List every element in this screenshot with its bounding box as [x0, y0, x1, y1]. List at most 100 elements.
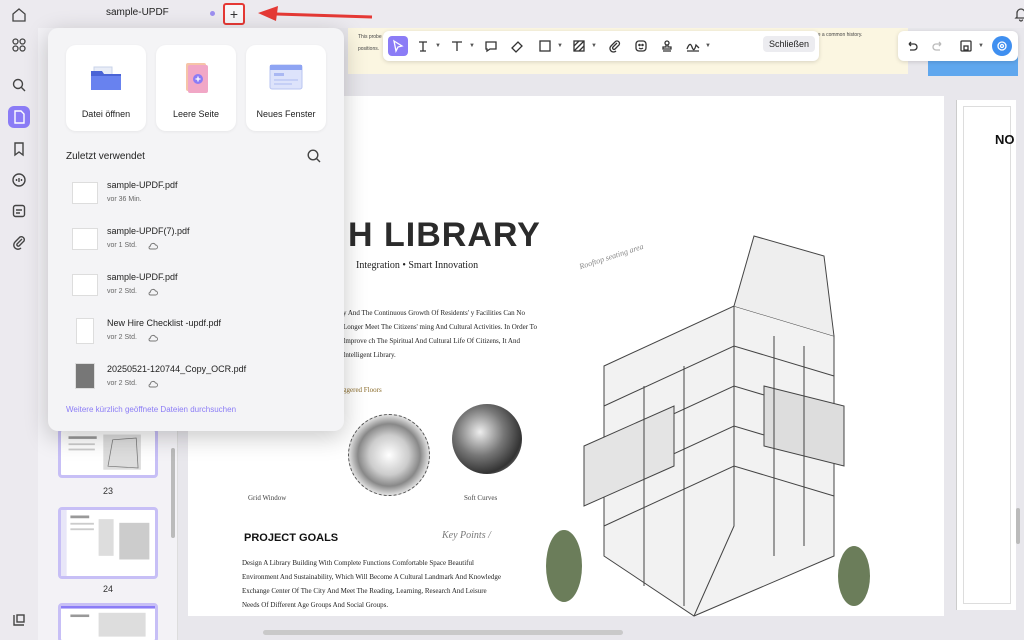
- home-icon[interactable]: [8, 4, 30, 26]
- stamp-tool-icon[interactable]: [657, 36, 677, 56]
- staggered-label: ggered Floors: [343, 386, 382, 394]
- file-time: vor 2 Std.: [107, 288, 137, 295]
- annotation-arrow: [258, 6, 373, 21]
- file-thumbnail: [76, 318, 94, 344]
- shape-tool-icon[interactable]: [535, 36, 555, 56]
- goals-paragraph: Design A Library Building With Complete …: [242, 559, 501, 609]
- new-tab-popup: Datei öffnen Leere Seite Neues Fenster Z…: [48, 28, 344, 431]
- new-window-card[interactable]: Neues Fenster: [246, 45, 326, 131]
- search-icon[interactable]: [306, 148, 322, 164]
- next-page-frame: [963, 106, 1011, 604]
- text-tool-icon[interactable]: [413, 36, 433, 56]
- textbox-tool-icon[interactable]: [447, 36, 467, 56]
- bell-icon[interactable]: [1013, 6, 1024, 22]
- file-time: vor 1 Std.: [107, 242, 137, 249]
- page-thumbnail-24[interactable]: [58, 507, 158, 579]
- file-name: sample-UPDF.pdf: [107, 272, 178, 282]
- chevron-down-icon[interactable]: ▼: [557, 43, 563, 49]
- attachment-tool-icon[interactable]: [605, 36, 625, 56]
- open-file-card[interactable]: Datei öffnen: [66, 45, 146, 131]
- folder-icon: [91, 66, 121, 90]
- cloud-icon: [148, 381, 158, 388]
- layers-icon[interactable]: [8, 609, 30, 631]
- cloud-icon: [148, 289, 158, 296]
- select-tool-icon[interactable]: [388, 36, 408, 56]
- new-tab-button[interactable]: +: [223, 3, 245, 25]
- detail-image-circle: [348, 414, 430, 496]
- ai-assistant-icon[interactable]: [992, 36, 1012, 56]
- history-toolbar: ▼: [898, 31, 1018, 61]
- grid-window-label: Grid Window: [248, 494, 287, 502]
- blank-page-icon: [186, 63, 208, 93]
- file-thumbnail: [72, 228, 98, 250]
- recent-file-item[interactable]: sample-UPDF.pdf vor 36 Min.: [66, 178, 326, 218]
- goals-heading: PROJECT GOALS: [244, 532, 339, 544]
- blank-page-label: Leere Seite: [172, 109, 220, 119]
- tab-bar: sample-UPDF + Y: [38, 0, 1024, 28]
- chevron-down-icon[interactable]: ▼: [591, 43, 597, 49]
- page-subtitle: Integration • Smart Innovation: [356, 260, 479, 271]
- recent-heading: Zuletzt verwendet: [66, 151, 145, 162]
- unsaved-dot: [210, 11, 215, 16]
- recent-file-item[interactable]: sample-UPDF(7).pdf vor 1 Std.: [66, 224, 326, 264]
- thumbnail-preview: [68, 434, 141, 470]
- page-thumbnail-25[interactable]: [58, 603, 158, 640]
- save-icon[interactable]: [956, 36, 976, 56]
- search-icon[interactable]: [8, 74, 30, 96]
- attachment-icon[interactable]: [8, 231, 30, 253]
- page-title: H LIBRARY: [348, 216, 541, 254]
- recent-file-item[interactable]: 20250521-120744_Copy_OCR.pdf vor 2 Std.: [66, 362, 326, 402]
- area-highlight-icon[interactable]: [569, 36, 589, 56]
- more-recent-files-link[interactable]: Weitere kürzlich geöffnete Dateien durch…: [66, 405, 236, 414]
- sticker-tool-icon[interactable]: [631, 36, 651, 56]
- next-page: [956, 100, 1016, 610]
- cloud-icon: [148, 243, 158, 250]
- redo-icon[interactable]: [928, 36, 948, 56]
- snippet-text: This probe: [358, 34, 382, 40]
- chevron-down-icon[interactable]: ▼: [435, 43, 441, 49]
- close-toolbar-button[interactable]: Schließen: [763, 36, 816, 52]
- open-file-label: Datei öffnen: [81, 109, 131, 119]
- intro-paragraph: y And The Continuous Growth Of Residents…: [343, 309, 537, 359]
- grid-icon[interactable]: [8, 34, 30, 56]
- eraser-tool-icon[interactable]: [507, 36, 527, 56]
- file-time: vor 2 Std.: [107, 380, 137, 387]
- new-window-icon: [269, 64, 303, 90]
- page-number-24: 24: [102, 584, 113, 594]
- file-time: vor 36 Min.: [107, 196, 142, 203]
- page-thumbnail-23[interactable]: [58, 428, 158, 478]
- horizontal-scrollbar[interactable]: [263, 630, 623, 635]
- next-page-heading: NO: [995, 132, 1015, 147]
- detail-image-circle: [452, 404, 522, 474]
- vertical-scrollbar[interactable]: [1016, 508, 1020, 544]
- file-thumbnail: [72, 274, 98, 296]
- undo-icon[interactable]: [902, 36, 922, 56]
- cloud-icon: [148, 335, 158, 342]
- note-tool-icon[interactable]: [481, 36, 501, 56]
- file-name: sample-UPDF.pdf: [107, 180, 178, 190]
- comment-icon[interactable]: [8, 169, 30, 191]
- file-thumbnail: [72, 182, 98, 204]
- thumbnail-preview: [61, 606, 155, 637]
- chevron-down-icon[interactable]: ▼: [469, 43, 475, 49]
- pages-icon[interactable]: [8, 106, 30, 128]
- file-thumbnail: [75, 363, 95, 389]
- form-icon[interactable]: [8, 200, 30, 222]
- bookmark-icon[interactable]: [8, 138, 30, 160]
- chevron-down-icon[interactable]: ▼: [978, 43, 984, 49]
- recent-file-item[interactable]: sample-UPDF.pdf vor 2 Std.: [66, 270, 326, 310]
- page-number-23: 23: [102, 486, 113, 496]
- new-window-label: Neues Fenster: [256, 109, 316, 119]
- tab-sample-updf[interactable]: sample-UPDF: [106, 7, 169, 18]
- file-name: 20250521-120744_Copy_OCR.pdf: [107, 364, 247, 374]
- comment-toolbar: ▼ ▼ ▼ ▼ ▼ Schließen: [383, 31, 819, 61]
- chevron-down-icon[interactable]: ▼: [705, 43, 711, 49]
- thumbnail-scrollbar[interactable]: [171, 448, 175, 538]
- recent-file-item[interactable]: New Hire Checklist -updf.pdf vor 2 Std.: [66, 316, 326, 356]
- signature-tool-icon[interactable]: [683, 36, 703, 56]
- blank-page-card[interactable]: Leere Seite: [156, 45, 236, 131]
- left-rail: [0, 0, 38, 640]
- file-name: sample-UPDF(7).pdf: [107, 226, 190, 236]
- key-points-label: Key Points /: [442, 530, 491, 541]
- thumbnail-preview: [61, 510, 150, 576]
